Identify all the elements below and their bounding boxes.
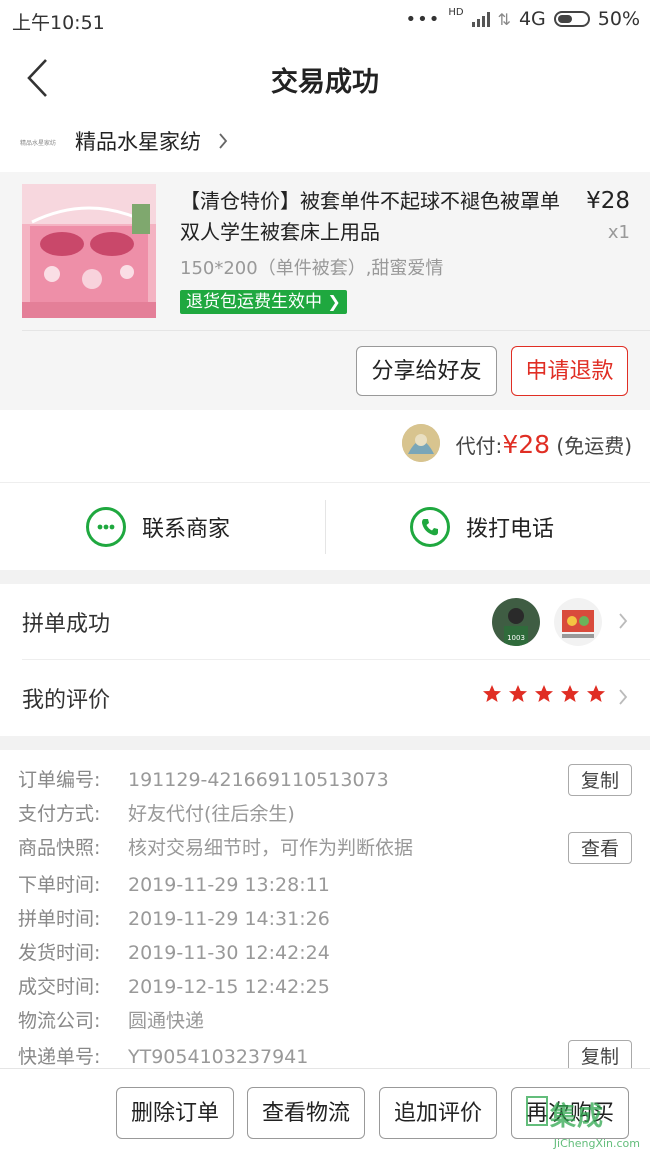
snapshot-row: 商品快照: 核对交易细节时，可作为判断依据 (18, 833, 413, 863)
payment-method: 好友代付(往后余生) (128, 803, 295, 825)
shop-logo: 精品水星家纺 (20, 140, 57, 147)
group-member-avatar (554, 598, 602, 646)
chevron-right-icon (219, 133, 228, 149)
tracking-number: YT9054103237941 (128, 1046, 309, 1068)
refund-button[interactable]: 申请退款 (511, 346, 628, 396)
watermark-url: JiChengXin.com (553, 1137, 640, 1150)
contact-merchant-label: 联系商家 (142, 517, 231, 542)
order-time: 2019-11-29 13:28:11 (128, 874, 330, 896)
chat-icon (86, 507, 126, 547)
status-time: 上午10:51 (12, 12, 105, 34)
group-success-row[interactable]: 拼单成功 1003 (0, 584, 650, 660)
battery-icon (553, 11, 590, 27)
chevron-right-icon (619, 689, 628, 705)
payment-row: 代付:¥28 (免运费) (0, 410, 650, 483)
phone-icon (410, 507, 450, 547)
snapshot-desc: 核对交易细节时，可作为判断依据 (128, 837, 414, 859)
product-card: 【清仓特价】被套单件不起球不褪色被罩单双人学生被套床上用品 ¥28 x1 150… (0, 172, 650, 410)
shop-name[interactable]: 精品水星家纺 (75, 126, 201, 156)
star-icon (509, 685, 527, 702)
view-snapshot-button[interactable]: 查看 (568, 832, 632, 864)
call-label: 拨打电话 (466, 517, 555, 542)
product-title[interactable]: 【清仓特价】被套单件不起球不褪色被罩单双人学生被套床上用品 (180, 186, 565, 248)
bottom-action-bar: 删除订单 查看物流 追加评价 再次购买 集成 JiChengXin.com (0, 1068, 650, 1156)
my-review-label: 我的评价 (22, 688, 111, 713)
detail-key: 订单编号: (18, 769, 101, 791)
section-gap (0, 736, 650, 750)
status-bar: 上午10:51 ••• HD ⇅ 4G 50% (0, 0, 650, 40)
payment-summary: 代付:¥28 (免运费) (456, 430, 632, 459)
carrier-row: 物流公司: 圆通快递 (18, 1006, 204, 1036)
star-icon (483, 685, 501, 702)
detail-key: 成交时间: (18, 976, 101, 998)
call-button[interactable]: 拨打电话 (410, 484, 554, 570)
status-icons: ••• HD ⇅ 4G 50% (405, 6, 640, 31)
section-gap (0, 570, 650, 584)
order-number-row: 订单编号: 191129-421669110513073 (18, 765, 389, 795)
add-review-button[interactable]: 追加评价 (379, 1087, 497, 1139)
review-stars (482, 684, 606, 704)
detail-key: 下单时间: (18, 874, 101, 896)
divider (22, 330, 650, 331)
deal-time-row: 成交时间: 2019-12-15 12:42:25 (18, 972, 330, 1002)
data-arrows-icon: ⇅ (497, 9, 511, 29)
order-time-row: 下单时间: 2019-11-29 13:28:11 (18, 870, 330, 900)
contact-bar: 联系商家 拨打电话 (0, 484, 650, 570)
ship-time: 2019-11-30 12:42:24 (128, 942, 330, 964)
detail-key: 商品快照: (18, 837, 101, 859)
star-icon (535, 685, 553, 702)
signal-icon (471, 11, 490, 27)
payment-note: (免运费) (556, 434, 632, 458)
share-button[interactable]: 分享给好友 (356, 346, 497, 396)
copy-order-number-button[interactable]: 复制 (568, 764, 632, 796)
return-shipping-badge[interactable]: 退货包运费生效中 ❯ (180, 290, 347, 314)
group-time: 2019-11-29 14:31:26 (128, 908, 330, 930)
order-details: 订单编号: 191129-421669110513073 复制 支付方式: 好友代付… (0, 750, 650, 1072)
hd-label: HD (448, 6, 464, 18)
delete-order-button[interactable]: 删除订单 (116, 1087, 234, 1139)
nav-header: 交易成功 (0, 40, 650, 118)
ship-time-row: 发货时间: 2019-11-30 12:42:24 (18, 938, 330, 968)
detail-key: 支付方式: (18, 803, 101, 825)
view-logistics-button[interactable]: 查看物流 (247, 1087, 365, 1139)
star-icon (561, 685, 579, 702)
payment-amount: ¥28 (502, 430, 551, 459)
page-title: 交易成功 (271, 67, 379, 98)
badge-label: 退货包运费生效中 (186, 292, 322, 312)
star-icon (587, 685, 605, 702)
product-spec: 150*200（单件被套）,甜蜜爱情 (180, 258, 444, 279)
payment-method-row: 支付方式: 好友代付(往后余生) (18, 799, 295, 829)
payer-avatar (402, 424, 440, 462)
detail-key: 物流公司: (18, 1010, 101, 1032)
deal-time: 2019-12-15 12:42:25 (128, 976, 330, 998)
divider (325, 500, 326, 554)
watermark-box-icon (526, 1096, 548, 1126)
network-type: 4G (518, 8, 546, 30)
group-success-label: 拼单成功 (22, 612, 111, 637)
watermark-logo: 集成 JiChengXin.com (526, 1094, 644, 1150)
detail-key: 发货时间: (18, 942, 101, 964)
group-member-avatar: 1003 (492, 598, 540, 646)
product-price: ¥28 (586, 188, 630, 214)
group-time-row: 拼单时间: 2019-11-29 14:31:26 (18, 904, 330, 934)
product-quantity: x1 (607, 222, 630, 243)
detail-key: 拼单时间: (18, 908, 101, 930)
my-review-row[interactable]: 我的评价 (0, 660, 650, 736)
order-number: 191129-421669110513073 (128, 769, 389, 791)
contact-merchant-button[interactable]: 联系商家 (86, 484, 230, 570)
product-image[interactable] (22, 184, 156, 318)
watermark-text: 集成 (550, 1102, 605, 1132)
svg-text:1003: 1003 (507, 634, 525, 642)
chevron-right-icon (619, 613, 628, 629)
battery-level: 50% (597, 8, 640, 30)
chevron-right-icon: ❯ (327, 292, 341, 311)
more-dots-icon: ••• (405, 8, 441, 30)
carrier: 圆通快递 (128, 1010, 205, 1032)
payment-label: 代付: (455, 434, 503, 458)
shop-row[interactable]: 精品水星家纺 精品水星家纺 (0, 118, 650, 170)
